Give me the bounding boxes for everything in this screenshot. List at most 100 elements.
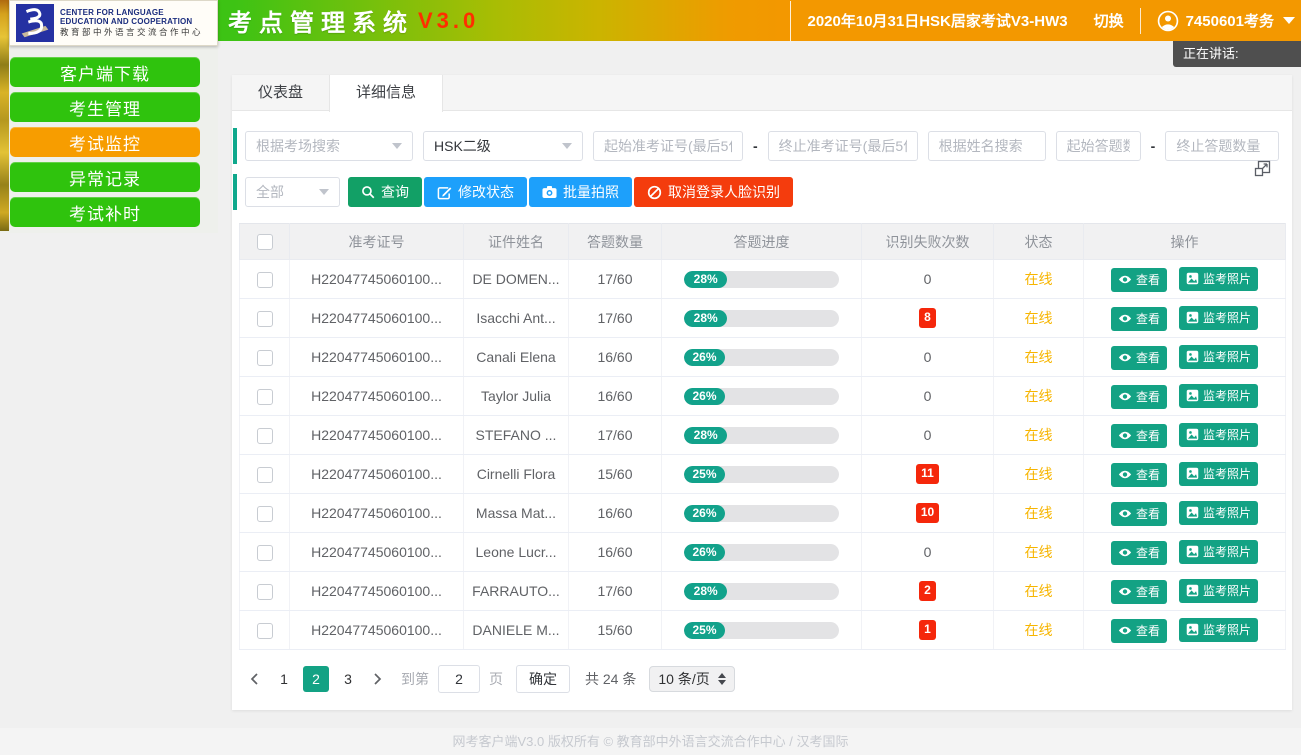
app-title: 考点管理系统 V3.0	[228, 0, 479, 41]
end-ticket-input[interactable]	[768, 131, 918, 161]
clec-logo-icon	[16, 4, 54, 42]
status-label: 在线	[1025, 466, 1053, 482]
progress-label: 25%	[692, 623, 716, 637]
view-button[interactable]: 查看	[1111, 424, 1167, 448]
view-button[interactable]: 查看	[1111, 385, 1167, 409]
proctor-photo-button[interactable]: 监考照片	[1179, 267, 1258, 291]
photo-icon	[1186, 389, 1199, 402]
progress-fill: 28%	[684, 310, 727, 327]
confirm-button[interactable]: 确定	[516, 665, 570, 693]
logo-text-cn: 教育部中外语言交流合作中心	[60, 28, 203, 38]
proctor-photo-button[interactable]: 监考照片	[1179, 579, 1258, 603]
goto-page-input[interactable]	[438, 665, 480, 693]
page-number[interactable]: 1	[271, 666, 297, 692]
row-checkbox[interactable]	[257, 389, 273, 405]
candidate-name: Massa Mat...	[464, 494, 569, 533]
search-button[interactable]: 查询	[348, 177, 422, 207]
filter-accent	[233, 128, 237, 164]
eye-icon	[1118, 508, 1132, 519]
venue-select[interactable]: 根据考场搜索	[245, 131, 413, 161]
chevron-down-icon[interactable]	[1283, 17, 1295, 24]
table-row: H22047745060100... Canali Elena 16/60 26…	[240, 338, 1286, 377]
tab[interactable]: 仪表盘	[232, 75, 329, 111]
row-checkbox[interactable]	[257, 506, 273, 522]
col-header-count: 答题数量	[569, 224, 662, 260]
user-avatar-icon[interactable]	[1157, 10, 1179, 32]
row-checkbox[interactable]	[257, 428, 273, 444]
answer-count: 16/60	[569, 377, 662, 416]
status-label: 在线	[1025, 388, 1053, 404]
candidate-name: Canali Elena	[464, 338, 569, 377]
ticket-number: H22047745060100...	[290, 572, 464, 611]
eye-icon	[1118, 391, 1132, 402]
row-checkbox[interactable]	[257, 545, 273, 561]
sidebar-item[interactable]: 异常记录	[10, 162, 200, 192]
row-checkbox[interactable]	[257, 467, 273, 483]
user-menu[interactable]: 7450601考务	[1186, 10, 1274, 31]
expand-fullscreen-icon[interactable]	[1254, 159, 1272, 177]
prev-page-icon[interactable]	[248, 672, 262, 686]
cancel-face-recognition-button[interactable]: 取消登录人脸识别	[634, 177, 793, 207]
proctor-photo-button[interactable]: 监考照片	[1179, 462, 1258, 486]
next-page-icon[interactable]	[370, 672, 384, 686]
proctor-photo-button[interactable]: 监考照片	[1179, 618, 1258, 642]
eye-icon	[1118, 469, 1132, 480]
proctor-photo-button[interactable]: 监考照片	[1179, 384, 1258, 408]
progress-bar: 25%	[684, 622, 839, 639]
progress-label: 28%	[694, 272, 718, 286]
end-answer-count-input[interactable]	[1165, 131, 1279, 161]
tab[interactable]: 详细信息	[329, 75, 443, 112]
batch-photo-button[interactable]: 批量拍照	[529, 177, 632, 207]
proctor-photo-button[interactable]: 监考照片	[1179, 423, 1258, 447]
sidebar-item[interactable]: 客户端下载	[10, 57, 200, 87]
candidate-name: FARRAUTO...	[464, 572, 569, 611]
page-number[interactable]: 2	[303, 666, 329, 692]
progress-fill: 26%	[684, 349, 725, 366]
sidebar-item[interactable]: 考生管理	[10, 92, 200, 122]
page-size-select[interactable]: 10 条/页	[649, 666, 734, 692]
start-answer-count-input[interactable]	[1056, 131, 1141, 161]
view-button[interactable]: 查看	[1111, 619, 1167, 643]
ticket-number: H22047745060100...	[290, 260, 464, 299]
level-select[interactable]: HSK二级	[423, 131, 583, 161]
tab-bar: 仪表盘 详细信息	[232, 75, 1292, 111]
modify-status-button[interactable]: 修改状态	[424, 177, 527, 207]
status-label: 在线	[1025, 544, 1053, 560]
select-all-checkbox[interactable]	[257, 234, 273, 250]
edit-icon	[437, 185, 452, 200]
row-checkbox[interactable]	[257, 350, 273, 366]
view-button[interactable]: 查看	[1111, 502, 1167, 526]
view-button[interactable]: 查看	[1111, 463, 1167, 487]
answer-count: 15/60	[569, 455, 662, 494]
view-button[interactable]: 查看	[1111, 580, 1167, 604]
sidebar-item[interactable]: 考试补时	[10, 197, 200, 227]
ticket-number: H22047745060100...	[290, 377, 464, 416]
sidebar-item[interactable]: 考试监控	[10, 127, 200, 157]
proctor-photo-button[interactable]: 监考照片	[1179, 345, 1258, 369]
progress-label: 28%	[694, 311, 718, 325]
progress-fill: 25%	[684, 466, 725, 483]
proctor-photo-button[interactable]: 监考照片	[1179, 501, 1258, 525]
photo-icon	[1186, 272, 1199, 285]
status-label: 在线	[1025, 583, 1053, 599]
page-number[interactable]: 3	[335, 666, 361, 692]
row-checkbox[interactable]	[257, 311, 273, 327]
progress-label: 26%	[692, 350, 716, 364]
proctor-photo-button[interactable]: 监考照片	[1179, 306, 1258, 330]
status-label: 在线	[1025, 310, 1053, 326]
progress-label: 25%	[692, 467, 716, 481]
view-button[interactable]: 查看	[1111, 268, 1167, 292]
row-checkbox[interactable]	[257, 272, 273, 288]
view-button[interactable]: 查看	[1111, 541, 1167, 565]
view-button[interactable]: 查看	[1111, 307, 1167, 331]
ticket-number: H22047745060100...	[290, 611, 464, 650]
progress-label: 26%	[692, 389, 716, 403]
name-search-input[interactable]	[928, 131, 1046, 161]
start-ticket-input[interactable]	[593, 131, 743, 161]
row-checkbox[interactable]	[257, 623, 273, 639]
switch-exam-button[interactable]: 切换	[1094, 10, 1124, 31]
row-checkbox[interactable]	[257, 584, 273, 600]
status-filter-select[interactable]: 全部	[245, 177, 340, 207]
view-button[interactable]: 查看	[1111, 346, 1167, 370]
proctor-photo-button[interactable]: 监考照片	[1179, 540, 1258, 564]
